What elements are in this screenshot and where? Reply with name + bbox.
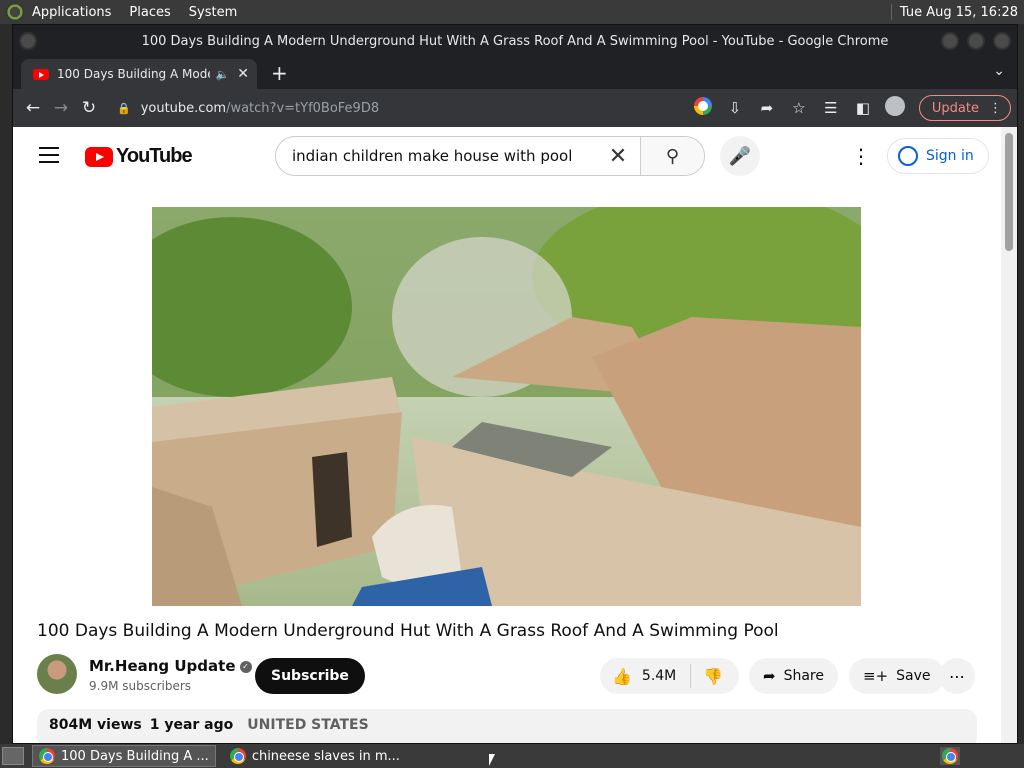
- search-box: indian children make house with pool ✕ ⚲: [275, 136, 705, 176]
- youtube-wordmark: YouTube: [116, 145, 193, 167]
- url-host: youtube.com: [140, 100, 227, 116]
- like-button[interactable]: 👍 5.4M: [600, 667, 676, 686]
- maximize-button[interactable]: [967, 32, 985, 50]
- url-path: /watch?v=tYf0BoFe9D8: [226, 100, 380, 116]
- top-panel: Applications Places System Tue Aug 15, 1…: [0, 0, 1024, 24]
- page-scrollbar[interactable]: [1001, 127, 1017, 743]
- web-page: YouTube indian children make house with …: [13, 127, 1003, 743]
- close-window-button[interactable]: [993, 32, 1011, 50]
- browser-window: 100 Days Building A Modern Underground H…: [12, 24, 1018, 744]
- sign-in-button[interactable]: Sign in: [887, 138, 989, 174]
- window-menu-button[interactable]: [19, 32, 37, 50]
- dislike-button-thumbs-down-icon[interactable]: 👎: [703, 667, 723, 686]
- tab-youtube[interactable]: 100 Days Building A Modern Underground H…: [21, 59, 257, 89]
- chrome-menu-icon[interactable]: ⋮: [989, 101, 1002, 116]
- more-actions-icon[interactable]: ⋯: [939, 658, 975, 694]
- audio-playing-icon[interactable]: 🔈: [216, 68, 230, 81]
- show-desktop-icon[interactable]: [2, 747, 24, 765]
- subscribe-button[interactable]: Subscribe: [255, 658, 365, 694]
- tray-chrome-icon[interactable]: [940, 747, 960, 765]
- panel-separator: [890, 4, 892, 20]
- clock[interactable]: Tue Aug 15, 16:28: [900, 5, 1018, 20]
- subscriber-count: 9.9M subscribers: [89, 679, 192, 693]
- share-icon[interactable]: ➦: [751, 99, 783, 117]
- video-frame-image: [152, 207, 861, 606]
- tab-strip: 100 Days Building A Modern Underground H…: [13, 57, 1017, 89]
- distro-logo-icon[interactable]: [6, 3, 24, 21]
- upload-age: 1 year ago: [149, 717, 234, 733]
- media-controls-icon[interactable]: ☰: [815, 99, 847, 117]
- voice-search-mic-icon[interactable]: 🎤: [720, 136, 760, 176]
- search-input[interactable]: indian children make house with pool: [276, 147, 596, 165]
- settings-kebab-icon[interactable]: ⋮: [851, 144, 871, 168]
- save-button[interactable]: ≡+ Save: [849, 658, 945, 694]
- clear-search-icon[interactable]: ✕: [596, 144, 640, 169]
- tab-title: 100 Days Building A Modern Underground H…: [57, 67, 210, 81]
- system-menu[interactable]: System: [189, 5, 237, 20]
- forward-button[interactable]: →: [47, 98, 75, 118]
- bottom-taskbar: 100 Days Building A ... chineese slaves …: [0, 744, 1024, 768]
- reload-button[interactable]: ↻: [75, 98, 103, 118]
- channel-name[interactable]: Mr.Heang Update ✓: [89, 657, 252, 675]
- video-player[interactable]: [152, 207, 861, 606]
- google-lens-icon[interactable]: [687, 97, 719, 119]
- search-button[interactable]: ⚲: [640, 137, 704, 175]
- account-circle-icon: [898, 146, 918, 166]
- youtube-logo[interactable]: YouTube: [85, 145, 193, 168]
- channel-avatar[interactable]: [37, 654, 77, 694]
- taskbar-item-label: 100 Days Building A ...: [61, 748, 209, 764]
- mouse-cursor-icon: [489, 754, 495, 766]
- youtube-header: YouTube indian children make house with …: [13, 127, 1003, 185]
- taskbar-item-youtube[interactable]: 100 Days Building A ...: [32, 745, 216, 767]
- tab-search-chevron-icon[interactable]: ⌄: [993, 63, 1005, 79]
- address-bar[interactable]: 🔒 youtube.com/watch?v=tYf0BoFe9D8: [109, 93, 687, 123]
- bookmark-star-icon[interactable]: ☆: [783, 99, 815, 117]
- like-dislike-group: 👍 5.4M 👎: [600, 658, 739, 694]
- like-count: 5.4M: [641, 668, 677, 684]
- applications-menu[interactable]: Applications: [32, 5, 111, 20]
- back-button[interactable]: ←: [19, 98, 47, 118]
- description-box[interactable]: 804M views 1 year ago UNITED STATES: [37, 709, 977, 743]
- update-label: Update: [931, 100, 979, 116]
- chrome-icon: [39, 748, 55, 764]
- channel-name-text[interactable]: Mr.Heang Update: [89, 657, 236, 675]
- browser-toolbar: ← → ↻ 🔒 youtube.com/watch?v=tYf0BoFe9D8 …: [13, 89, 1017, 127]
- chrome-icon: [229, 748, 246, 764]
- hamburger-menu-icon[interactable]: [39, 147, 59, 168]
- youtube-play-logo-icon: [85, 146, 113, 167]
- places-menu[interactable]: Places: [129, 5, 170, 20]
- taskbar-item-second-window[interactable]: chineese slaves in m...: [224, 745, 406, 767]
- playlist-add-icon: ≡+: [863, 667, 889, 685]
- window-title: 100 Days Building A Modern Underground H…: [141, 33, 889, 49]
- site-info-icon[interactable]: 🔒: [117, 102, 131, 115]
- close-tab-icon[interactable]: ✕: [237, 66, 249, 82]
- view-count: 804M views: [49, 717, 142, 733]
- scrollbar-thumb[interactable]: [1005, 133, 1013, 251]
- side-panel-icon[interactable]: ◧: [847, 99, 879, 117]
- update-button[interactable]: Update ⋮: [918, 95, 1011, 121]
- share-label: Share: [783, 668, 824, 684]
- minimize-button[interactable]: [941, 32, 959, 50]
- save-label: Save: [896, 668, 931, 684]
- new-tab-button[interactable]: +: [271, 61, 288, 85]
- taskbar-item-label: chineese slaves in m...: [251, 748, 400, 764]
- video-title: 100 Days Building A Modern Underground H…: [37, 621, 779, 641]
- share-arrow-icon: ➦: [763, 667, 776, 685]
- youtube-favicon-icon: [33, 68, 49, 80]
- verified-badge-icon: ✓: [239, 660, 252, 673]
- share-button[interactable]: ➦ Share: [749, 658, 838, 694]
- sign-in-label: Sign in: [926, 148, 974, 164]
- like-divider: [690, 664, 692, 688]
- window-titlebar[interactable]: 100 Days Building A Modern Underground H…: [13, 25, 1017, 57]
- install-app-icon[interactable]: ⇩: [719, 99, 751, 117]
- thumbs-up-icon: 👍: [612, 666, 632, 686]
- profile-avatar-icon[interactable]: [879, 96, 911, 120]
- upload-country: UNITED STATES: [247, 717, 369, 733]
